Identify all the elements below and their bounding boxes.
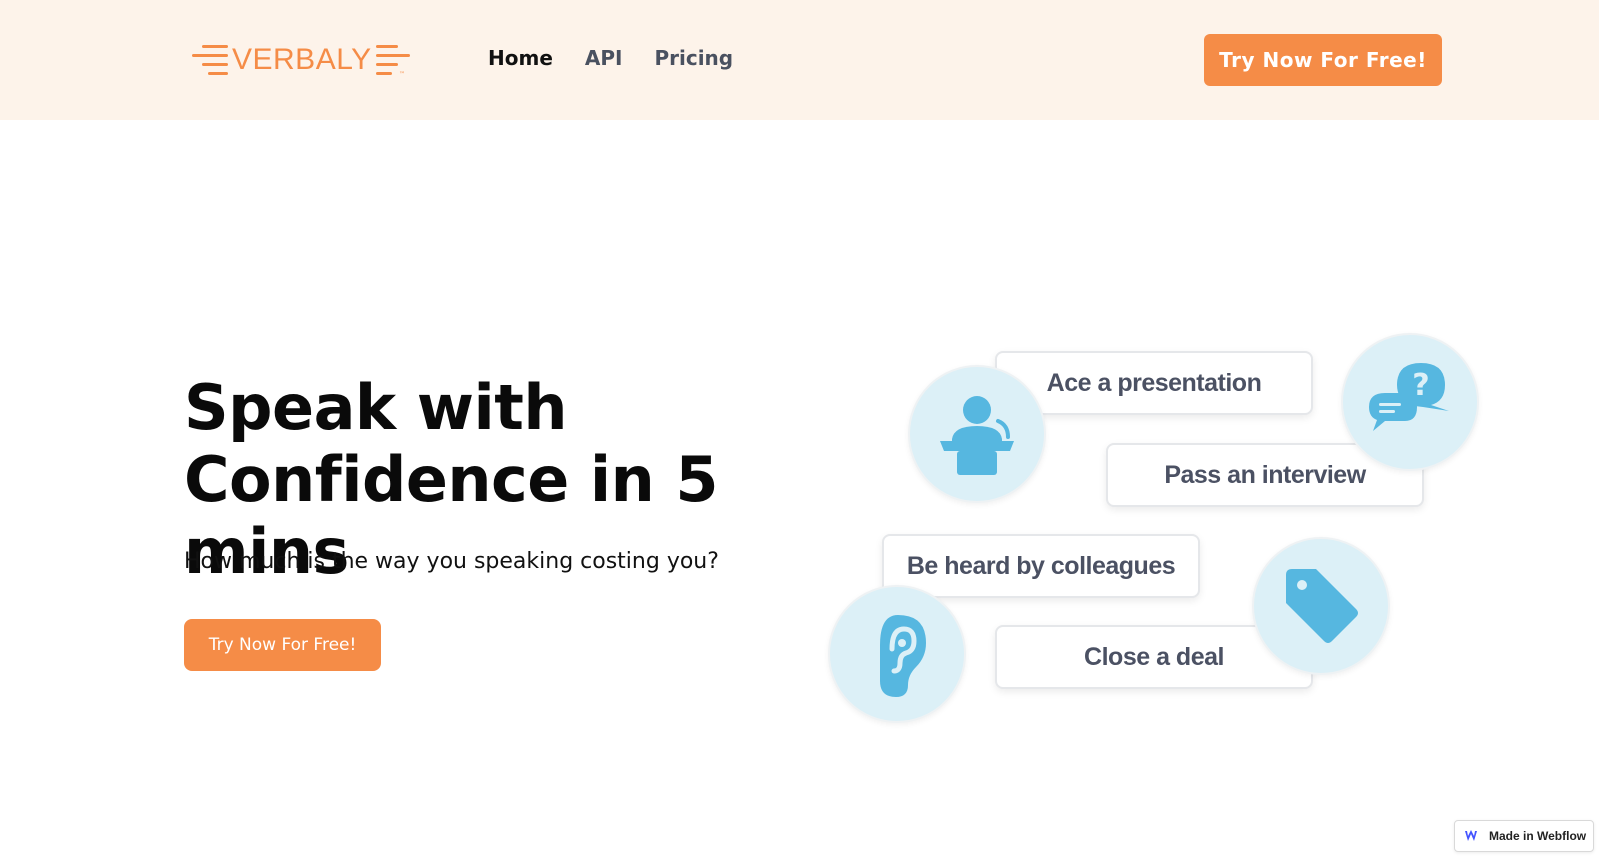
hero-subtitle: How much is the way you speaking costing… — [184, 549, 719, 574]
ear-icon — [880, 615, 926, 697]
hero-title-line1: Speak with — [184, 371, 568, 444]
svg-text:?: ? — [1412, 368, 1429, 403]
goal-card-presentation: Ace a presentation — [995, 351, 1313, 415]
logo-trademark: ™ — [399, 71, 405, 78]
question-chat-icon: ? — [1369, 363, 1449, 431]
nav-pricing[interactable]: Pricing — [654, 46, 733, 70]
nav-api[interactable]: API — [585, 46, 623, 70]
presenter-icon — [940, 396, 1014, 475]
made-in-webflow-badge[interactable]: Made in Webflow — [1454, 820, 1594, 852]
site-header: VERBALY ™ Home API Pricing Try Now For F… — [0, 0, 1599, 120]
verbaly-logo[interactable]: VERBALY ™ — [192, 40, 412, 80]
price-tag-icon — [1286, 569, 1358, 643]
ear-circle — [828, 585, 966, 723]
main-nav: Home API Pricing — [488, 46, 733, 70]
goal-card-colleagues: Be heard by colleagues — [882, 534, 1200, 598]
webflow-icon — [1465, 830, 1477, 841]
hero-try-free-button[interactable]: Try Now For Free! — [184, 619, 381, 671]
header-try-free-button[interactable]: Try Now For Free! — [1204, 34, 1442, 86]
logo-text: VERBALY — [232, 43, 372, 76]
presenter-circle — [908, 365, 1046, 503]
nav-home[interactable]: Home — [488, 46, 553, 70]
question-chat-circle: ? — [1341, 333, 1479, 471]
logo-right-lines — [375, 45, 412, 75]
price-tag-circle — [1252, 537, 1390, 675]
webflow-badge-label: Made in Webflow — [1489, 829, 1587, 843]
logo-left-lines — [192, 45, 228, 75]
